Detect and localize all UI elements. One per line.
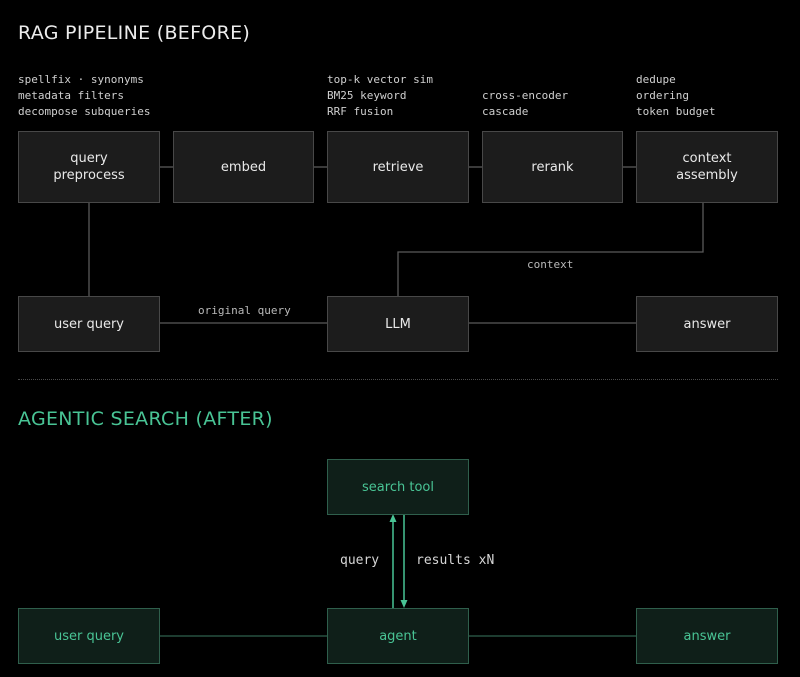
node-context-assembly: context assembly	[636, 131, 778, 203]
section-divider	[18, 379, 778, 380]
annotation-line: cross-encoder	[482, 89, 569, 102]
node-user-query: user query	[18, 296, 160, 352]
annotation-line: dedupe	[636, 73, 676, 86]
arrow-down-icon	[400, 600, 408, 608]
edge-label-results: results xN	[416, 553, 495, 568]
node-query-preprocess: query preprocess	[18, 131, 160, 203]
annotation-assembly: dedupe ordering token budget	[636, 72, 715, 120]
node-answer: answer	[636, 296, 778, 352]
node-after-user-query: user query	[18, 608, 160, 664]
edge-assembly-llm	[397, 203, 704, 296]
edge-label-context: context	[527, 258, 574, 271]
annotation-line: cascade	[482, 105, 529, 118]
annotation-line: decompose subqueries	[18, 105, 151, 118]
edge-label-original-query: original query	[198, 304, 291, 317]
edge-label-query: query	[340, 553, 380, 568]
node-rerank: rerank	[482, 131, 623, 203]
arrow-up-icon	[389, 514, 397, 522]
annotation-retrieve: top-k vector sim BM25 keyword RRF fusion	[327, 72, 433, 120]
annotation-rerank: cross-encoder cascade	[482, 88, 568, 120]
annotation-line: ordering	[636, 89, 689, 102]
annotation-line: top-k vector sim	[327, 73, 433, 86]
node-retrieve: retrieve	[327, 131, 469, 203]
node-llm: LLM	[327, 296, 469, 352]
annotation-line: metadata filters	[18, 89, 124, 102]
node-agent: agent	[327, 608, 469, 664]
section-title-after: AGENTIC SEARCH (AFTER)	[18, 408, 273, 430]
node-after-answer: answer	[636, 608, 778, 664]
node-embed: embed	[173, 131, 314, 203]
section-title-before: RAG PIPELINE (BEFORE)	[18, 22, 251, 44]
annotation-line: token budget	[636, 105, 716, 118]
annotation-preprocess: spellfix · synonyms metadata filters dec…	[18, 72, 150, 120]
annotation-line: spellfix · synonyms	[18, 73, 144, 86]
annotation-line: RRF fusion	[327, 105, 394, 118]
annotation-line: BM25 keyword	[327, 89, 407, 102]
node-search-tool: search tool	[327, 459, 469, 515]
